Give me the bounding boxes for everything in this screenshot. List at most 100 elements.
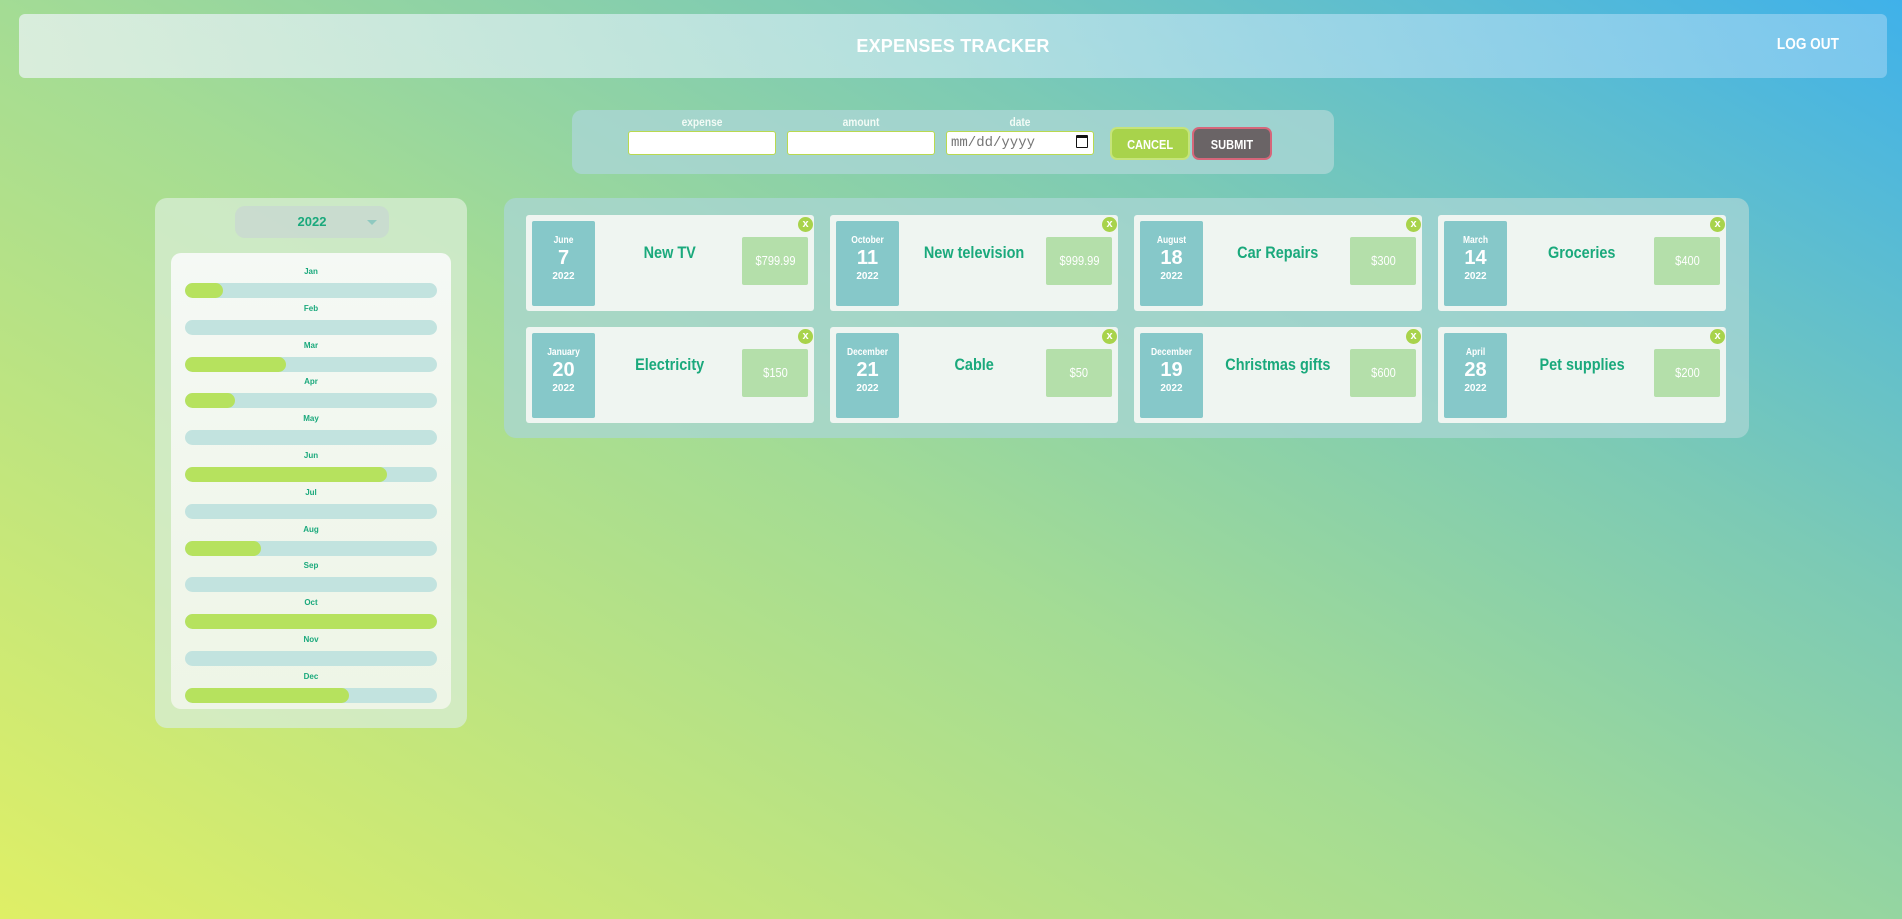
year-select-value: 2022 [297, 214, 327, 229]
expense-name: Electricity [595, 355, 745, 375]
expense-amount: $50 [1046, 349, 1112, 397]
delete-expense-icon[interactable]: x [1710, 217, 1725, 232]
month-bar-row: Oct [185, 598, 437, 630]
expense-name: New TV [595, 243, 745, 263]
month-bar-fill [185, 393, 236, 409]
month-bar-row: Feb [185, 304, 437, 335]
month-bar-track [185, 467, 437, 482]
month-label: Feb [303, 303, 319, 313]
expense-date: January 20 2022 [532, 333, 595, 418]
expense-amount-text: $50 [1069, 365, 1089, 380]
expense-date: March 14 2022 [1444, 221, 1507, 306]
expense-name: Cable [899, 355, 1049, 375]
delete-expense-icon[interactable]: x [1102, 217, 1117, 232]
month-label: Oct [304, 598, 318, 608]
delete-expense-icon[interactable]: x [1710, 329, 1725, 344]
expense-card: March 14 2022 Groceries $400 x [1438, 215, 1726, 311]
month-bars: Jan Feb Mar Apr May Jun Jul Aug Sep Oct Nov Dec [171, 253, 451, 709]
expense-date: June 7 2022 [532, 221, 595, 306]
expense-month: April [1465, 347, 1486, 358]
calendar-icon[interactable] [1076, 135, 1088, 148]
expense-date: August 18 2022 [1140, 221, 1203, 306]
expense-date: October 11 2022 [836, 221, 899, 306]
submit-label: SUBMIT [1210, 137, 1254, 152]
expense-amount-text: $799.99 [755, 253, 795, 268]
expense-month: March [1462, 235, 1489, 246]
expense-input[interactable] [628, 131, 776, 155]
month-label: Jul [305, 487, 317, 497]
month-bar-fill [185, 356, 286, 372]
month-label: Mar [303, 340, 319, 350]
expense-month: August [1156, 235, 1187, 246]
expense-card: June 7 2022 New TV $799.99 x [526, 215, 814, 311]
date-input[interactable] [946, 131, 1094, 155]
date-input-wrapper [946, 131, 1094, 155]
expense-card: January 20 2022 Electricity $150 x [526, 327, 814, 423]
expense-month: December [846, 347, 889, 358]
expense-card: April 28 2022 Pet supplies $200 x [1438, 327, 1726, 423]
app-title: EXPENSES TRACKER [856, 36, 1050, 56]
year-select[interactable]: 2022 [235, 206, 389, 238]
expense-year: 2022 [856, 383, 879, 394]
monthly-chart-panel: 2022 Jan Feb Mar Apr May Jun Jul Aug Sep Oct Nov De… [155, 198, 467, 728]
month-bar-row: Aug [185, 525, 437, 556]
expense-card: December 19 2022 Christmas gifts $600 x [1134, 327, 1422, 423]
expense-name: Christmas gifts [1203, 355, 1353, 375]
month-bar-fill [185, 467, 387, 482]
month-bar-row: Jan [185, 267, 437, 298]
expense-label: expense [681, 115, 723, 129]
month-label: Jun [303, 451, 319, 460]
delete-expense-icon[interactable]: x [798, 329, 813, 344]
expense-month: October [851, 235, 884, 246]
expense-month: June [553, 235, 574, 246]
expense-name-text: New television [923, 243, 1025, 262]
expense-day: 18 [1160, 247, 1183, 269]
expense-card: October 11 2022 New television $999.99 x [830, 215, 1118, 311]
expenses-list: June 7 2022 New TV $799.99 x October 11 2022 New … [504, 198, 1749, 438]
expense-name: Groceries [1507, 243, 1657, 263]
expense-amount-text: $200 [1674, 365, 1700, 380]
date-field-group: date [946, 115, 1094, 155]
submit-button[interactable]: SUBMIT [1192, 127, 1272, 160]
month-bar-row: Apr [185, 377, 437, 409]
month-bar-row: Jun [185, 451, 437, 482]
month-bar-row: May [185, 414, 437, 446]
delete-expense-icon[interactable]: x [1102, 329, 1117, 344]
month-bar-row: Jul [185, 488, 437, 519]
expense-name-text: Cable [954, 355, 994, 374]
expense-amount-text: $400 [1674, 253, 1700, 268]
month-bar-track [185, 540, 437, 556]
expense-year: 2022 [1464, 271, 1487, 282]
delete-expense-icon[interactable]: x [1406, 217, 1421, 232]
delete-expense-icon[interactable]: x [1406, 329, 1421, 344]
expense-amount-text: $150 [762, 365, 788, 380]
expense-day: 20 [552, 359, 575, 381]
amount-input[interactable] [787, 131, 935, 155]
expense-name-text: Electricity [635, 355, 705, 374]
date-label: date [1009, 115, 1031, 129]
month-bar-track [185, 503, 437, 519]
app-header: EXPENSES TRACKER LOG OUT [19, 14, 1887, 78]
expense-year: 2022 [1464, 383, 1487, 394]
logout-button[interactable]: LOG OUT [1777, 36, 1839, 54]
expense-year: 2022 [1160, 271, 1183, 282]
month-bar-track [185, 356, 437, 372]
expense-year: 2022 [552, 271, 575, 282]
expense-card: August 18 2022 Car Repairs $300 x [1134, 215, 1422, 311]
cancel-button[interactable]: CANCEL [1110, 127, 1190, 160]
expense-amount: $400 [1654, 237, 1720, 285]
month-label: Nov [303, 635, 319, 644]
expense-amount: $799.99 [742, 237, 808, 285]
expense-date: April 28 2022 [1444, 333, 1507, 418]
month-bar-track [185, 393, 437, 409]
month-bar-track [185, 614, 437, 630]
month-label: Aug [303, 524, 319, 534]
delete-expense-icon[interactable]: x [798, 217, 813, 232]
expense-name: Car Repairs [1203, 243, 1353, 263]
expense-name: Pet supplies [1507, 355, 1657, 375]
month-label: Jan [304, 267, 318, 276]
expense-month: January [547, 347, 580, 358]
expense-amount-text: $300 [1370, 253, 1396, 268]
expense-name-text: Pet supplies [1539, 355, 1625, 374]
month-bar-row: Mar [185, 341, 437, 372]
